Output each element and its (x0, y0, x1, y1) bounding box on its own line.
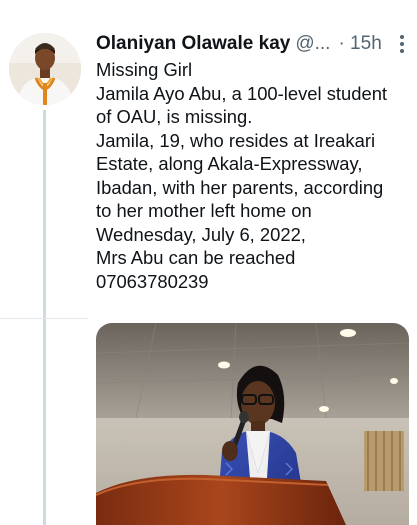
tweet-timestamp[interactable]: · 15h (338, 33, 381, 55)
tweet-header: Olaniyan Olawale kay @... · 15h (96, 31, 411, 57)
tweet-line: 07063780239 (96, 270, 209, 292)
tweet-line: to her mother left home on (96, 200, 312, 221)
divider (0, 318, 88, 319)
author-handle[interactable]: @... (295, 33, 330, 55)
tweet-line: Missing Girl (96, 59, 193, 80)
tweet-line: Mrs Abu can be reached (96, 247, 296, 268)
tweet-line: Ibadan, with her parents, according (96, 176, 384, 198)
photo-image (96, 323, 409, 525)
tweet-line: Wednesday, July 6, 2022, (96, 223, 306, 245)
tweet-text: Missing Girl Jamila Ayo Abu, a 100-level… (96, 58, 414, 293)
tweet-line: of OAU, is missing. (96, 106, 253, 127)
more-vertical-icon[interactable] (393, 33, 411, 55)
tweet[interactable]: Olaniyan Olawale kay @... · 15h Missing … (0, 0, 417, 525)
tweet-line: Jamila, 19, who resides at Ireakari (96, 129, 376, 151)
tweet-line: Jamila Ayo Abu, a 100-level student (96, 82, 388, 104)
author-name[interactable]: Olaniyan Olawale kay (96, 33, 290, 55)
tweet-photo[interactable] (96, 323, 409, 525)
avatar-image (9, 33, 81, 105)
tweet-line: Estate, along Akala-Expressway, (96, 153, 363, 174)
avatar[interactable] (9, 33, 81, 105)
